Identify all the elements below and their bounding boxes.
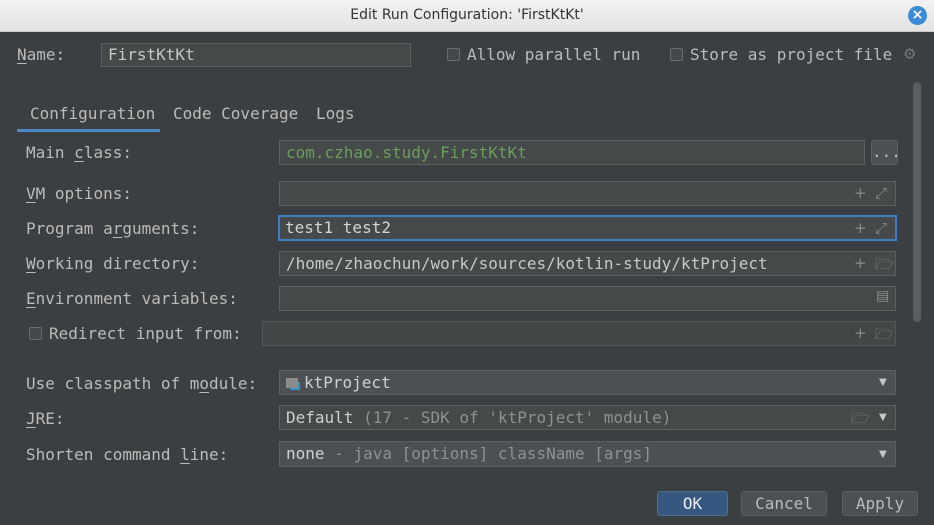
store-project-checkbox[interactable] — [670, 48, 683, 61]
tab-code-coverage[interactable]: Code Coverage — [173, 104, 298, 123]
tab-configuration[interactable]: Configuration — [30, 104, 155, 123]
program-args-field[interactable]: test1 test2 — [278, 215, 897, 241]
cancel-button[interactable]: Cancel — [741, 491, 827, 516]
chevron-down-icon[interactable]: ▼ — [879, 412, 887, 423]
title-bar: Edit Run Configuration: 'FirstKtKt' × — [0, 0, 934, 32]
jre-value: Default — [286, 408, 354, 427]
module-icon — [286, 378, 298, 388]
window-title: Edit Run Configuration: 'FirstKtKt' — [350, 7, 584, 23]
vertical-scrollbar[interactable] — [913, 82, 921, 322]
allow-parallel-label: Allow parallel run — [467, 45, 641, 64]
module-combo[interactable]: ktProject — [279, 370, 896, 395]
close-icon[interactable]: × — [908, 6, 927, 25]
tab-logs[interactable]: Logs — [316, 104, 355, 123]
name-label: Name: — [17, 45, 66, 64]
jre-label: JRE: — [26, 409, 65, 428]
module-value: ktProject — [304, 373, 391, 392]
allow-parallel-checkbox[interactable] — [447, 48, 460, 61]
add-icon[interactable]: + — [854, 254, 867, 272]
shorten-combo[interactable]: none - java [options] className [args] — [279, 441, 896, 467]
main-class-label: Main class: — [26, 143, 132, 162]
folder-icon[interactable]: 🗁 — [875, 324, 894, 349]
redirect-input-checkbox[interactable] — [29, 327, 42, 340]
add-icon[interactable]: + — [854, 219, 867, 237]
redirect-input-field[interactable] — [262, 321, 896, 346]
folder-icon[interactable]: 🗁 — [875, 254, 894, 279]
shorten-label: Shorten command line: — [26, 445, 229, 464]
chevron-down-icon[interactable]: ▼ — [879, 377, 887, 388]
classpath-label: Use classpath of module: — [26, 374, 258, 393]
shorten-value: none — [286, 444, 325, 463]
add-icon[interactable]: + — [854, 184, 867, 202]
env-vars-label: Environment variables: — [26, 289, 238, 308]
expand-icon[interactable]: ⤢ — [875, 184, 887, 202]
store-project-label: Store as project file — [690, 45, 893, 64]
ok-button[interactable]: OK — [657, 491, 728, 516]
apply-button[interactable]: Apply — [842, 491, 918, 516]
jre-hint: (17 - SDK of 'ktProject' module) — [363, 408, 672, 427]
document-icon[interactable]: ▤ — [876, 288, 889, 304]
redirect-input-label: Redirect input from: — [49, 324, 242, 343]
gear-icon[interactable]: ⚙ — [903, 45, 916, 63]
vm-options-label: VM options: — [26, 184, 132, 203]
chevron-down-icon[interactable]: ▼ — [879, 449, 887, 460]
expand-icon[interactable]: ⤢ — [875, 219, 887, 237]
folder-icon[interactable]: 🗁 — [851, 408, 870, 433]
jre-field[interactable]: Default (17 - SDK of 'ktProject' module) — [279, 405, 896, 430]
program-args-label: Program arguments: — [26, 219, 200, 238]
working-dir-label: Working directory: — [26, 254, 200, 273]
name-field[interactable]: FirstKtKt — [101, 43, 411, 67]
active-tab-indicator — [17, 129, 160, 132]
working-dir-field[interactable]: /home/zhaochun/work/sources/kotlin-study… — [279, 251, 896, 276]
main-class-field[interactable]: com.czhao.study.FirstKtKt — [279, 140, 865, 165]
browse-class-button[interactable]: ... — [871, 140, 901, 165]
add-icon[interactable]: + — [854, 324, 867, 342]
shorten-hint: - java [options] className [args] — [334, 444, 653, 463]
vm-options-field[interactable] — [279, 181, 896, 206]
env-vars-field[interactable] — [279, 286, 896, 311]
